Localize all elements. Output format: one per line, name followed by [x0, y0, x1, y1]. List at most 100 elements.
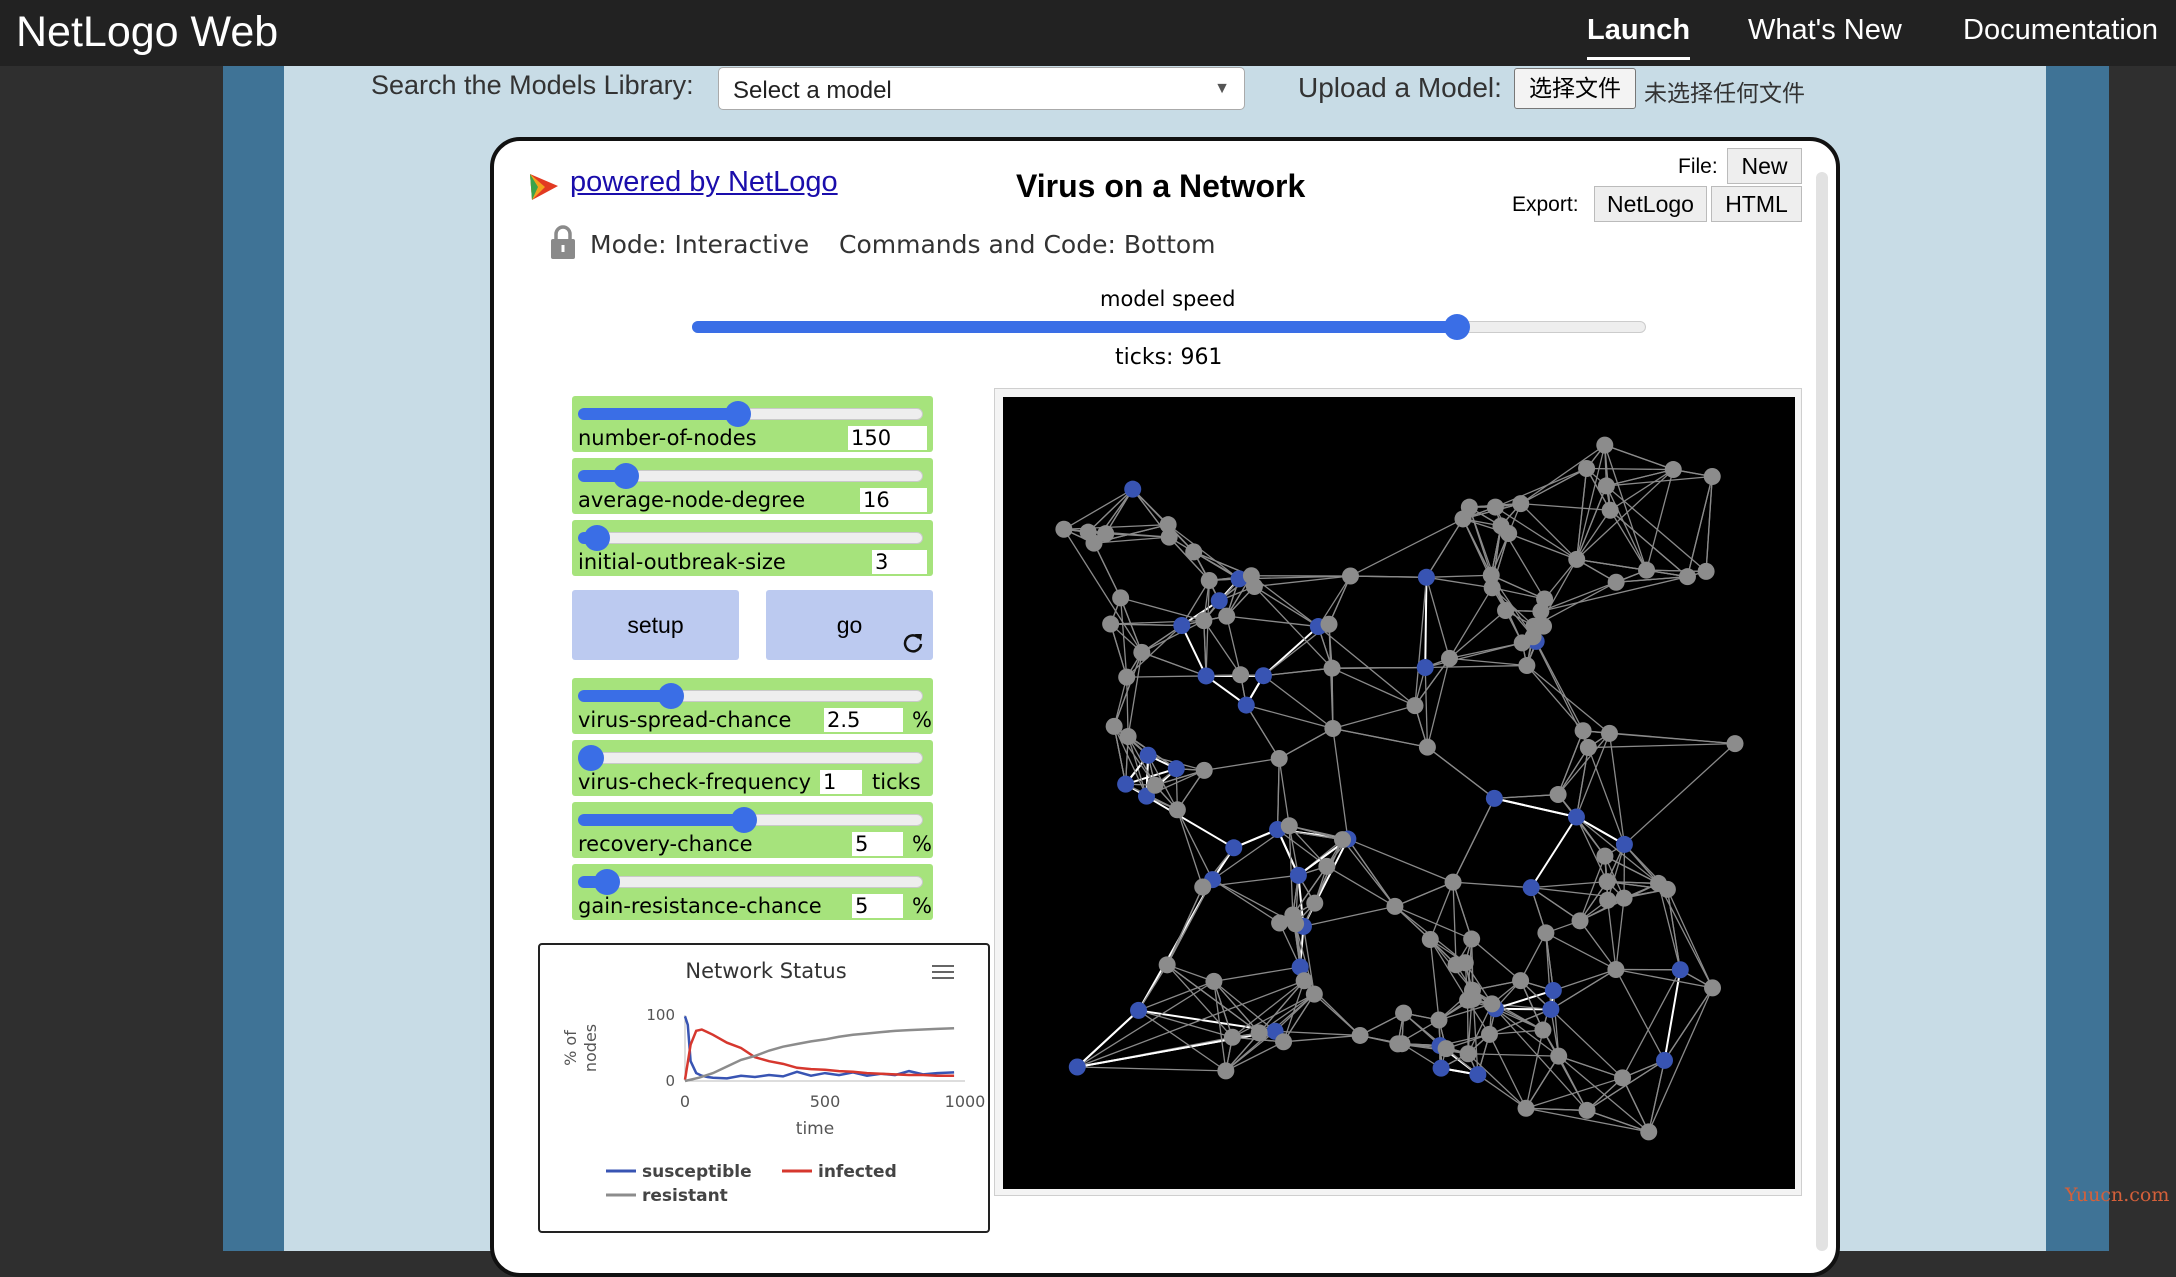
nav-whats-new[interactable]: What's New [1748, 14, 1902, 47]
upload-status-text: 未选择任何文件 [1644, 74, 1805, 108]
slider-thumb[interactable] [594, 869, 620, 895]
network-link [1426, 575, 1491, 577]
network-node-gray [1296, 972, 1313, 989]
network-link [1531, 817, 1576, 888]
slider-thumb[interactable] [725, 401, 751, 427]
network-node-gray [1232, 666, 1249, 683]
model-select[interactable]: Select a model ▼ [718, 67, 1245, 110]
network-link [1278, 758, 1280, 829]
slider-thumb[interactable] [658, 683, 684, 709]
new-file-button[interactable]: New [1727, 148, 1802, 184]
export-html-button[interactable]: HTML [1711, 186, 1802, 222]
slider-track[interactable] [578, 532, 923, 544]
slider-track[interactable] [578, 752, 923, 764]
network-link [1350, 519, 1463, 576]
network-node-blue [1124, 481, 1141, 498]
network-node-gray [1596, 848, 1613, 865]
slider-initial-outbreak-size[interactable]: initial-outbreak-size 3 [572, 520, 933, 576]
slider-value[interactable]: 150 [848, 426, 927, 450]
network-link [1214, 967, 1300, 981]
slider-unit: % [912, 832, 932, 856]
network-link [1204, 758, 1279, 770]
network-node-gray [1616, 890, 1633, 907]
network-node-gray [1430, 1011, 1447, 1028]
slider-thumb[interactable] [731, 807, 757, 833]
lock-icon[interactable] [549, 224, 577, 260]
slider-number-of-nodes[interactable]: number-of-nodes 150 [572, 396, 933, 452]
powered-by-link[interactable]: powered by NetLogo [570, 166, 838, 199]
network-node-blue [1130, 1002, 1147, 1019]
network-node-gray [1120, 728, 1137, 745]
slider-value[interactable]: 5 [852, 894, 903, 918]
model-title: Virus on a Network [1016, 168, 1305, 205]
slider-gain-resistance-chance[interactable]: gain-resistance-chance 5 % [572, 864, 933, 920]
slider-thumb[interactable] [584, 525, 610, 551]
network-node-gray [1460, 1045, 1477, 1062]
network-link [1111, 624, 1182, 625]
network-node-gray [1275, 1033, 1292, 1050]
network-node-blue [1469, 1066, 1486, 1083]
slider-value[interactable]: 16 [860, 488, 927, 512]
setup-button[interactable]: setup [572, 590, 739, 660]
network-link [1333, 729, 1428, 748]
network-node-blue [1255, 667, 1272, 684]
slider-value[interactable]: 1 [820, 770, 862, 794]
nav-documentation[interactable]: Documentation [1963, 14, 2158, 47]
nav-launch[interactable]: Launch [1587, 14, 1690, 60]
slider-value[interactable]: 3 [872, 550, 927, 574]
network-node-gray [1102, 616, 1119, 633]
network-link [1279, 758, 1289, 825]
network-node-gray [1395, 1005, 1412, 1022]
network-node-gray [1492, 517, 1509, 534]
slider-average-node-degree[interactable]: average-node-degree 16 [572, 458, 933, 514]
network-node-gray [1518, 657, 1535, 674]
network-node-gray [1601, 725, 1618, 742]
frame-scrollbar[interactable] [1816, 172, 1828, 1251]
network-link [1616, 898, 1624, 969]
network-link [1227, 616, 1241, 675]
network-link [1472, 939, 1521, 981]
network-node-gray [1352, 1027, 1369, 1044]
network-link [1426, 577, 1492, 587]
network-link [1139, 981, 1214, 1010]
network-link [1332, 668, 1425, 669]
network-link [1526, 1056, 1559, 1108]
slider-track[interactable] [578, 876, 923, 888]
network-node-blue [1672, 961, 1689, 978]
slider-value[interactable]: 5 [852, 832, 903, 856]
slider-fill [578, 814, 744, 826]
network-node-gray [1459, 992, 1476, 1009]
network-view[interactable] [1003, 397, 1795, 1189]
network-node-gray [1161, 529, 1178, 546]
network-node-gray [1537, 924, 1554, 941]
slider-label: virus-check-frequency [578, 770, 811, 794]
slider-thumb[interactable] [613, 463, 639, 489]
slider-recovery-chance[interactable]: recovery-chance 5 % [572, 802, 933, 858]
network-link [1616, 969, 1665, 1060]
network-node-gray [1448, 956, 1465, 973]
slider-virus-spread-chance[interactable]: virus-spread-chance 2.5 % [572, 678, 933, 734]
network-link [1531, 882, 1607, 888]
speed-slider-thumb[interactable] [1444, 314, 1470, 340]
mode-toggle[interactable]: Mode: Interactive [590, 230, 809, 259]
network-node-blue [1290, 867, 1307, 884]
commands-code-toggle[interactable]: Commands and Code: Bottom [839, 230, 1216, 259]
network-link [1077, 1067, 1226, 1071]
export-label: Export: [1512, 193, 1579, 217]
slider-value[interactable]: 2.5 [824, 708, 903, 732]
upload-file-button[interactable]: 选择文件 [1514, 68, 1636, 109]
network-node-gray [1727, 735, 1744, 752]
network-link [1606, 486, 1646, 570]
network-link [1204, 621, 1241, 675]
network-link [1605, 445, 1673, 469]
go-button[interactable]: go [766, 590, 933, 660]
network-link [1494, 795, 1558, 799]
slider-virus-check-frequency[interactable]: virus-check-frequency 1 ticks [572, 740, 933, 796]
network-node-gray [1334, 831, 1351, 848]
slider-thumb[interactable] [578, 745, 604, 771]
brand-title[interactable]: NetLogo Web [16, 8, 278, 57]
network-link [1426, 577, 1449, 658]
export-netlogo-button[interactable]: NetLogo [1594, 186, 1707, 222]
model-select-value: Select a model [733, 77, 892, 104]
network-node-gray [1483, 995, 1500, 1012]
